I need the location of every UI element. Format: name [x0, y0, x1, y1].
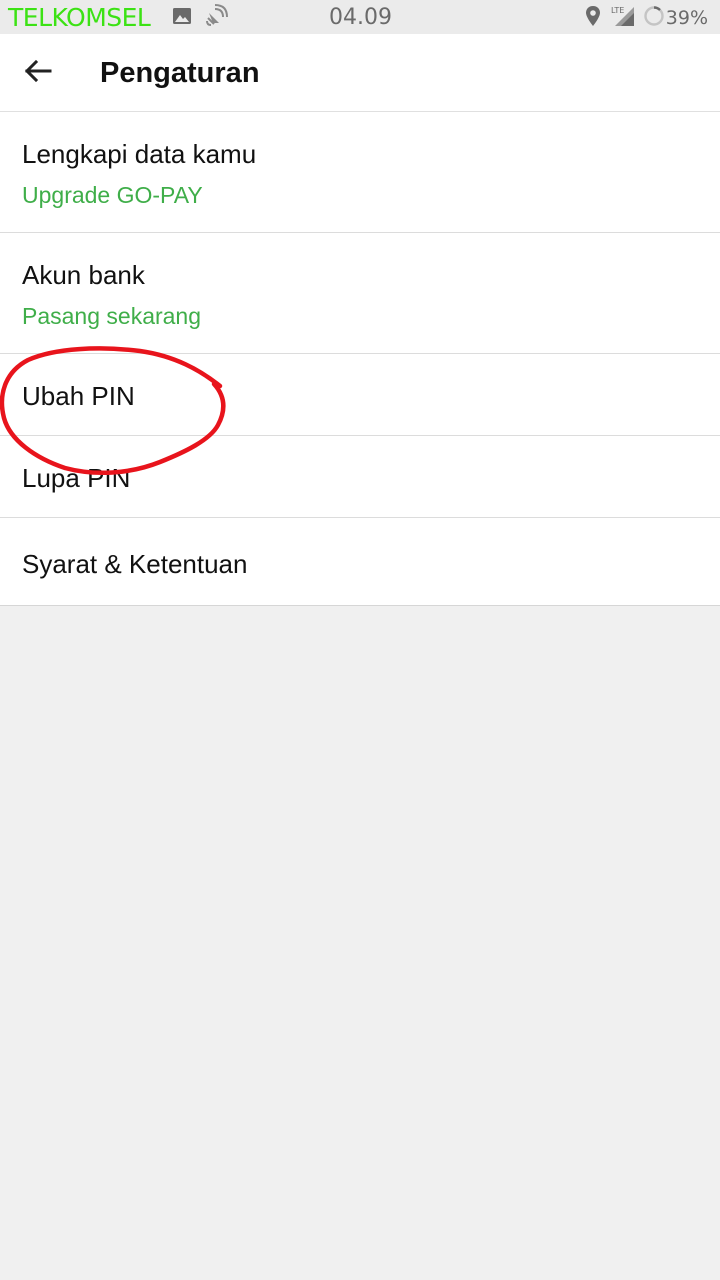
status-bar: TELKOMSEL 04.09 LTE 39%	[0, 0, 720, 34]
network-type-label: LTE	[611, 6, 624, 15]
settings-item-subtitle: Upgrade GO-PAY	[22, 182, 203, 208]
battery-ring-icon	[643, 5, 665, 32]
settings-item-title: Lengkapi data kamu	[22, 139, 257, 169]
app-bar: Pengaturan	[0, 34, 720, 112]
settings-item-forgot-pin[interactable]: Lupa PIN	[0, 436, 720, 518]
settings-item-title: Lupa PIN	[22, 463, 131, 493]
settings-item-title: Akun bank	[22, 260, 145, 290]
settings-item-bank-account[interactable]: Akun bank Pasang sekarang	[0, 233, 720, 354]
settings-item-title: Syarat & Ketentuan	[22, 549, 248, 579]
settings-item-title: Ubah PIN	[22, 381, 135, 411]
location-icon	[585, 5, 601, 32]
back-button[interactable]	[14, 51, 62, 95]
settings-item-complete-data[interactable]: Lengkapi data kamu Upgrade GO-PAY	[0, 112, 720, 233]
settings-item-change-pin[interactable]: Ubah PIN	[0, 354, 720, 436]
arrow-left-icon	[24, 59, 52, 88]
settings-item-subtitle: Pasang sekarang	[22, 303, 202, 329]
page-title: Pengaturan	[100, 57, 260, 89]
signal-icon: LTE	[610, 4, 636, 33]
satellite-icon	[203, 3, 229, 34]
settings-list: Lengkapi data kamu Upgrade GO-PAY Akun b…	[0, 112, 720, 606]
settings-item-terms[interactable]: Syarat & Ketentuan	[0, 518, 720, 606]
battery-percentage: 39%	[665, 7, 708, 29]
clock: 04.09	[329, 5, 392, 30]
carrier-name: TELKOMSEL	[8, 3, 151, 32]
image-icon	[172, 6, 192, 31]
